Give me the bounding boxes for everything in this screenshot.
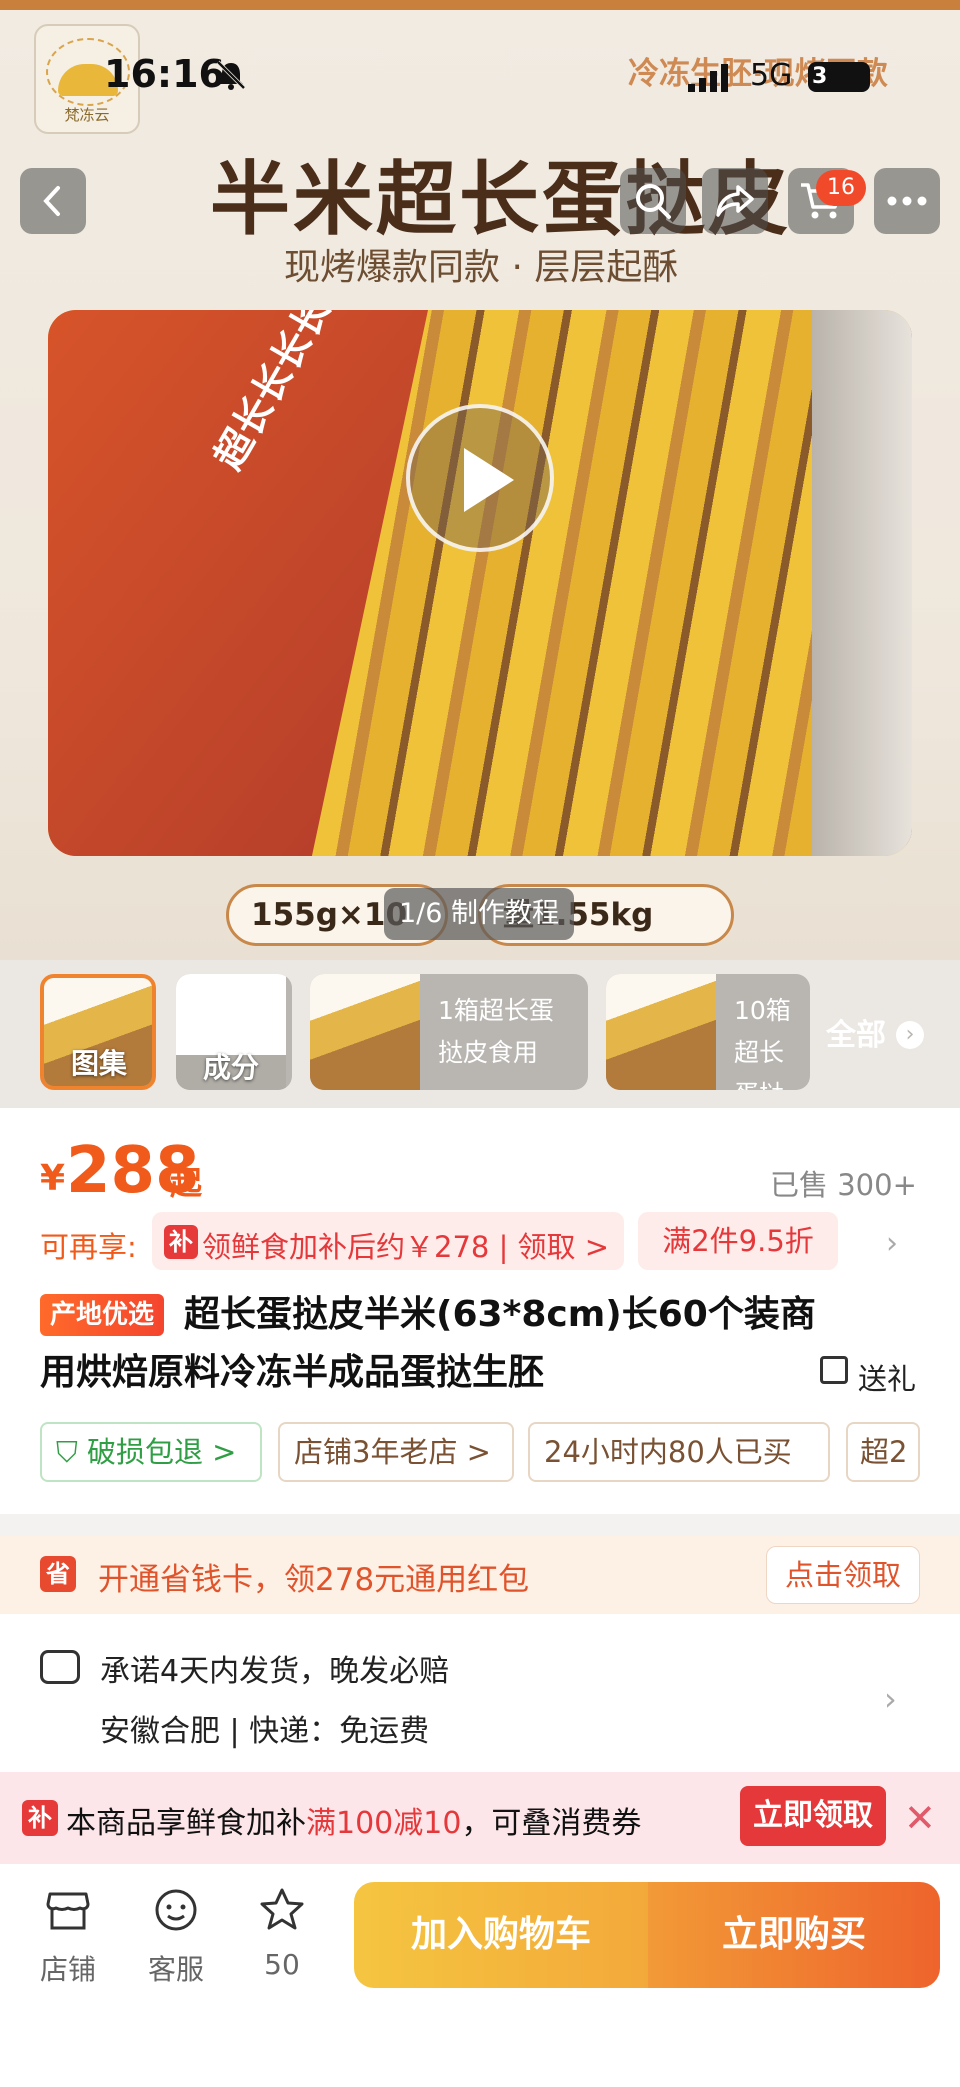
fresh-food-coupon[interactable]: 补 领鲜食加补后约￥278 | 领取 >: [152, 1212, 624, 1270]
share-button[interactable]: [702, 168, 768, 234]
media-counter[interactable]: 1/6 制作教程: [384, 888, 574, 940]
favorite-count: 50: [264, 1948, 300, 1981]
shield-check-icon: ⛉: [56, 1435, 87, 1469]
coupon-lead-label: 可再享:: [40, 1230, 137, 1264]
chevron-right-icon[interactable]: ›: [886, 1226, 898, 1261]
thumbnail-side-label: 10箱超长蛋挞皮: [734, 996, 791, 1090]
store-label: 店铺: [39, 1953, 96, 1986]
service-tag-more[interactable]: 超2: [846, 1422, 920, 1482]
service-tag-recent-buyers[interactable]: 24小时内80人已买: [528, 1422, 830, 1482]
gift-button[interactable]: 送礼: [858, 1356, 916, 1398]
more-dots-icon: [887, 196, 927, 206]
back-button[interactable]: [20, 168, 86, 234]
hero-banner[interactable]: 冷冻生胚·现烤同款 梵冻云 半米超长蛋挞皮 现烤爆款同款 · 层层起酥 超长长长…: [0, 0, 960, 960]
network-type: 5G: [750, 58, 793, 93]
add-to-cart-button[interactable]: 加入购物车: [354, 1882, 648, 1988]
thumbnail-side-label: 1箱超长蛋挞皮食用: [438, 996, 554, 1067]
thumbnail-gallery[interactable]: 图集: [40, 974, 156, 1090]
service-tag-store-age[interactable]: 店铺3年老店 >: [278, 1422, 514, 1482]
price-suffix: 起: [170, 1164, 203, 1202]
thumbnail-ingredients[interactable]: 成分: [176, 974, 292, 1090]
signal-icon: [688, 64, 728, 92]
sold-count: 已售 300+: [770, 1168, 917, 1202]
buy-now-button[interactable]: 立即购买: [648, 1882, 940, 1988]
chevron-right-icon: ›: [896, 1021, 924, 1049]
service-tag-label: 破损包退 >: [86, 1435, 237, 1469]
promo-claim-button[interactable]: 立即领取: [740, 1786, 886, 1846]
share-icon: [716, 185, 754, 217]
save-card-text: 开通省钱卡，领278元通用红包: [98, 1562, 530, 1598]
fresh-food-coupon-text: 领鲜食加补后约￥278 | 领取 >: [202, 1230, 610, 1264]
price-currency: ¥: [40, 1158, 66, 1199]
store-icon: [46, 1892, 90, 1930]
multi-buy-discount[interactable]: 满2件9.5折: [638, 1212, 838, 1270]
search-icon: [636, 184, 671, 219]
video-tray-edge: [812, 310, 912, 856]
shipping-origin[interactable]: 安徽合肥 | 快递：免运费: [100, 1706, 429, 1750]
subsidy-icon: 补: [164, 1225, 198, 1259]
save-card-icon: 省: [40, 1556, 76, 1592]
hero-top-stripe: [0, 0, 960, 10]
customer-service-label: 客服: [147, 1953, 204, 1986]
favorite-button[interactable]: 50: [242, 1886, 322, 1981]
chat-face-icon: [155, 1889, 197, 1931]
play-button[interactable]: [406, 404, 554, 552]
promo-prefix: 本商品享鲜食加补: [66, 1806, 306, 1841]
thumbnails-all-link[interactable]: 全部: [826, 1010, 886, 1054]
more-button[interactable]: [874, 168, 940, 234]
media-thumbnail-strip[interactable]: 图集 成分 1箱超长蛋挞皮食用 10箱超长蛋挞皮: [0, 960, 960, 1108]
promo-suffix: ，可叠消费券: [461, 1806, 642, 1841]
product-title-line2: 用烘焙原料冷冻半成品蛋挞生胚: [40, 1352, 545, 1393]
promo-text: 本商品享鲜食加补满100减10，可叠消费券: [66, 1798, 641, 1842]
close-icon[interactable]: ✕: [904, 1796, 936, 1840]
brand-logo-text: 梵冻云: [64, 106, 110, 124]
thumbnail-label: 成分: [202, 1051, 259, 1084]
product-video[interactable]: 超长长长长长蛋挞: [48, 310, 912, 856]
customer-service-button[interactable]: 客服: [136, 1886, 216, 1988]
shipping-promise[interactable]: 承诺4天内发货，晚发必赔: [100, 1646, 449, 1690]
origin-badge: 产地优选: [40, 1294, 165, 1336]
battery-level: 3: [812, 64, 828, 89]
subsidy-icon: 补: [22, 1800, 58, 1836]
save-card-claim-button[interactable]: 点击领取: [766, 1546, 920, 1604]
thumbnail-sku-1[interactable]: 1箱超长蛋挞皮食用: [310, 974, 588, 1090]
status-time: 16:16: [104, 52, 225, 96]
search-button[interactable]: [620, 168, 686, 234]
promo-highlight: 满100减10: [306, 1806, 462, 1841]
battery-icon: 3: [808, 62, 870, 92]
star-icon: [260, 1888, 304, 1930]
cart-count-badge: 16: [816, 170, 866, 206]
gift-icon: [820, 1356, 848, 1384]
thumbnail-label: 图集: [70, 1047, 127, 1080]
thumbnail-sku-10[interactable]: 10箱超长蛋挞皮: [606, 974, 810, 1090]
chevron-left-icon: [43, 186, 60, 216]
hero-subtitle: 现烤爆款同款 · 层层起酥: [284, 247, 679, 288]
store-button[interactable]: 店铺: [28, 1886, 108, 1988]
service-tag-damage-refund[interactable]: ⛉ 破损包退 >: [40, 1422, 262, 1482]
play-icon: [464, 448, 514, 512]
delivery-truck-icon: [40, 1650, 80, 1684]
chevron-right-icon[interactable]: ›: [884, 1680, 897, 1718]
product-title-line1: 超长蛋挞皮半米(63*8cm)长60个装商: [184, 1294, 816, 1335]
section-divider: [0, 1514, 960, 1536]
bell-muted-icon: [216, 60, 246, 90]
